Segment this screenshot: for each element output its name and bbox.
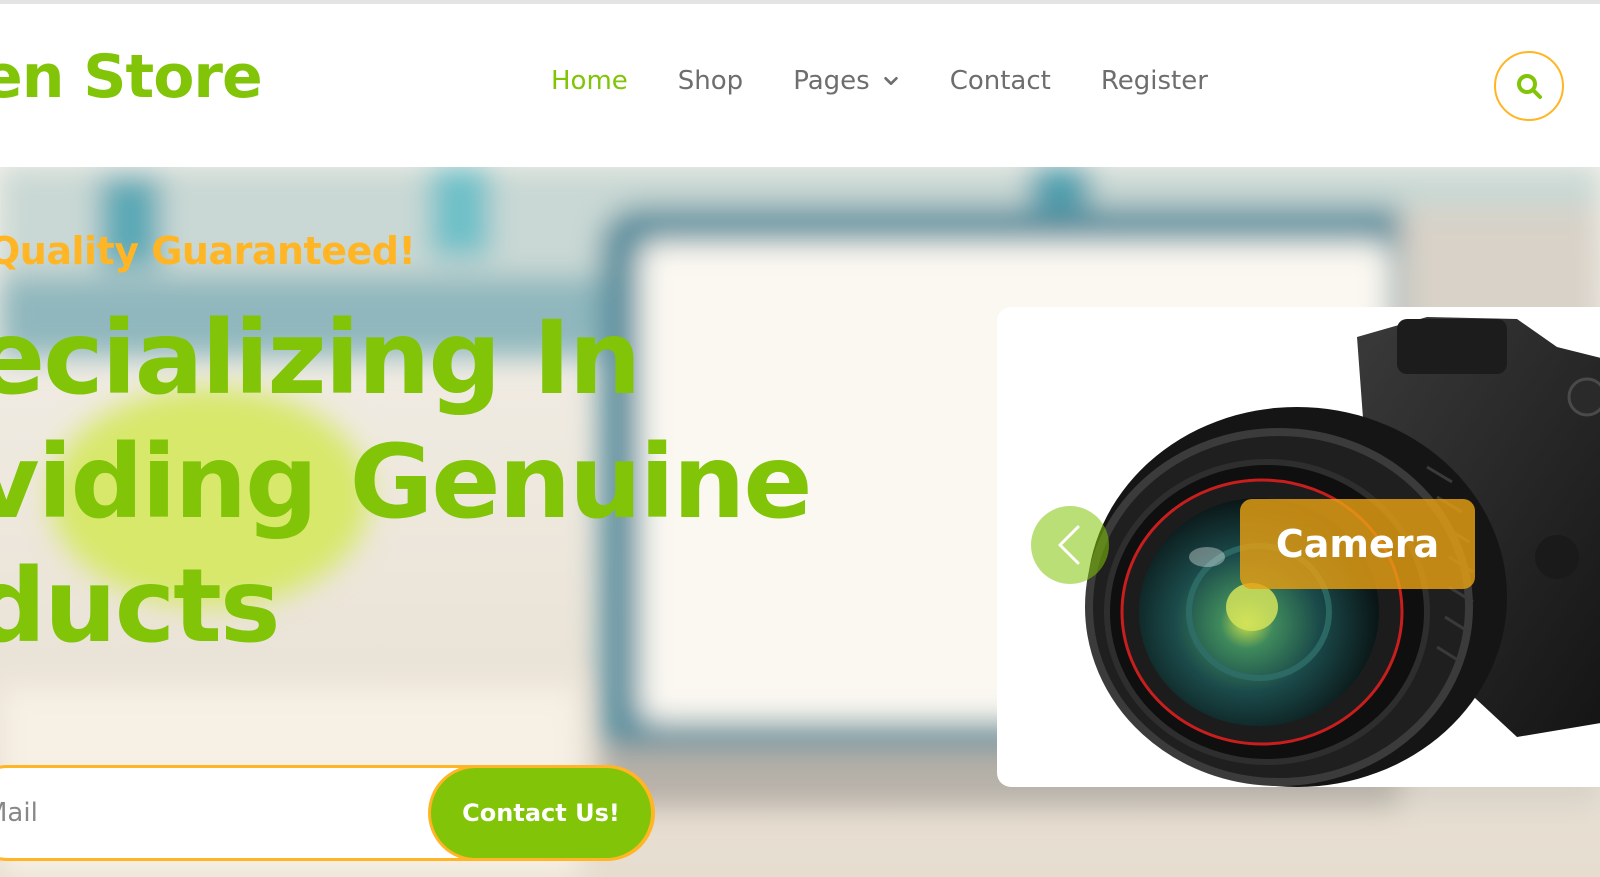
- product-carousel: Camera: [997, 307, 1600, 787]
- email-input[interactable]: [0, 768, 433, 858]
- headline-line: oducts: [0, 547, 281, 666]
- slide-category-label[interactable]: Camera: [1240, 499, 1475, 589]
- search-icon: [1517, 74, 1542, 99]
- hero-tagline: Quality Guaranteed!: [0, 229, 416, 273]
- nav-item-pages[interactable]: Pages: [793, 66, 900, 96]
- nav-item-label: Pages: [793, 66, 870, 96]
- headline-line: pecializing In: [0, 299, 641, 418]
- chevron-left-icon: [1058, 525, 1080, 565]
- nav-item-label: Shop: [677, 66, 744, 96]
- contact-us-button[interactable]: Contact Us!: [428, 765, 654, 861]
- chevron-down-icon: [883, 76, 898, 86]
- nav-item-register[interactable]: Register: [1101, 66, 1208, 96]
- nav-item-home[interactable]: Home: [551, 66, 628, 96]
- carousel-prev-button[interactable]: [1031, 506, 1109, 584]
- hero-section: Quality Guaranteed! pecializing In ovidi…: [0, 167, 1600, 877]
- nav-item-label: Home: [551, 66, 628, 96]
- main-nav: Home Shop Pages Contact Register: [551, 66, 1258, 96]
- site-logo[interactable]: en Store: [0, 42, 263, 112]
- headline-line: oviding Genuine: [0, 423, 813, 542]
- nav-item-label: Contact: [949, 66, 1051, 96]
- email-subscribe-form: Contact Us!: [0, 765, 655, 861]
- nav-item-contact[interactable]: Contact: [950, 66, 1051, 96]
- site-header: en Store Home Shop Pages Contact Registe…: [0, 4, 1600, 167]
- hero-headline: pecializing In oviding Genuine oducts: [0, 297, 905, 669]
- nav-item-shop[interactable]: Shop: [678, 66, 743, 96]
- search-button[interactable]: [1494, 51, 1564, 121]
- nav-item-label: Register: [1100, 66, 1208, 96]
